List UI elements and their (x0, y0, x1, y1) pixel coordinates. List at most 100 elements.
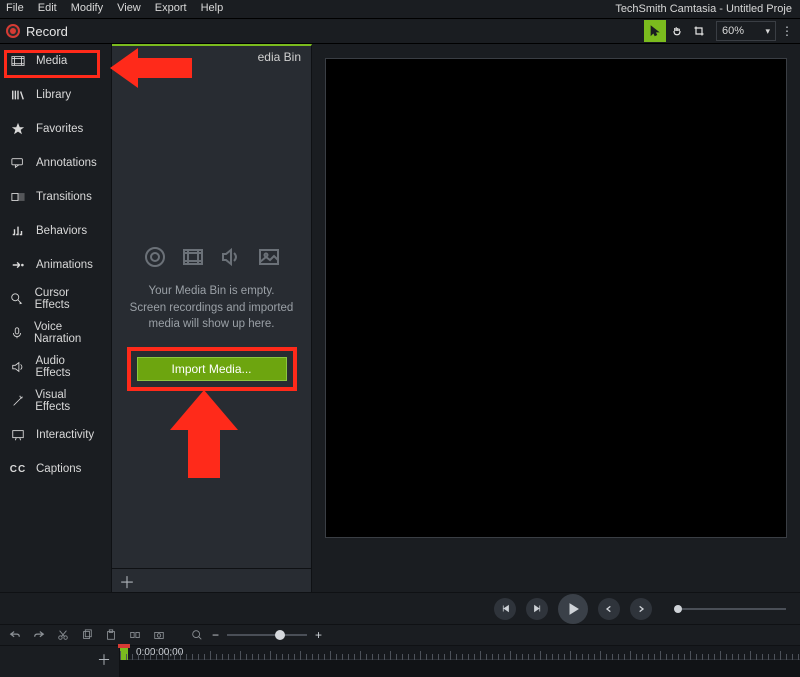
step-forward-button[interactable] (598, 598, 620, 620)
zoom-out-button[interactable]: − (212, 628, 219, 642)
kebab-icon: ⋮ (781, 28, 793, 34)
star-icon (10, 121, 26, 137)
sidebar-item-captions[interactable]: CC Captions (0, 452, 111, 486)
sidebar-item-transitions[interactable]: Transitions (0, 180, 111, 214)
add-track-button[interactable]: ＋ (97, 650, 111, 670)
sidebar-item-label: Visual Effects (35, 389, 101, 413)
next-clip-button[interactable] (630, 598, 652, 620)
record-row: Record 60% ▾ ⋮ (0, 18, 800, 44)
import-media-button[interactable]: Import Media... (137, 357, 287, 381)
magnifier-icon (190, 628, 204, 642)
add-media-button[interactable]: ＋ (118, 572, 136, 590)
volume-slider[interactable] (676, 608, 786, 610)
frame-back-icon (533, 604, 542, 613)
menu-help[interactable]: Help (201, 2, 224, 16)
mic-icon (10, 325, 24, 341)
canvas-context-button[interactable]: ⋮ (780, 21, 794, 41)
window-title: TechSmith Camtasia - Untitled Proje (615, 0, 792, 18)
sidebar-item-behaviors[interactable]: Behaviors (0, 214, 111, 248)
sidebar-item-voice-narration[interactable]: Voice Narration (0, 316, 111, 350)
sidebar-item-media[interactable]: Media (0, 44, 111, 78)
timeline-toolbar: − + (0, 624, 800, 646)
hand-icon (671, 25, 683, 37)
behaviors-icon (10, 223, 26, 239)
canvas-frame[interactable] (325, 58, 787, 538)
timeline-tracks-header: ＋ (0, 646, 120, 677)
sidebar-item-animations[interactable]: Animations (0, 248, 111, 282)
redo-button[interactable] (32, 628, 46, 642)
cursor-arrow-icon (649, 25, 661, 37)
sidebar-item-label: Favorites (36, 123, 83, 135)
audio-clip-icon (219, 245, 243, 269)
record-label: Record (26, 24, 68, 39)
sidebar-item-cursor-effects[interactable]: Cursor Effects (0, 282, 111, 316)
sidebar-item-label: Voice Narration (34, 321, 101, 345)
split-button[interactable] (128, 628, 142, 642)
play-icon (566, 602, 580, 616)
chevron-right-icon (637, 605, 645, 613)
crop-icon (693, 25, 705, 37)
annotation-icon (10, 155, 26, 171)
timeline-ruler[interactable]: 0:00:00;00 (120, 646, 800, 660)
video-clip-icon (181, 245, 205, 269)
menu-edit[interactable]: Edit (38, 2, 57, 16)
canvas-tools: 60% ▾ ⋮ (644, 20, 794, 42)
sidebar-item-label: Library (36, 89, 71, 101)
record-button[interactable]: Record (6, 24, 68, 39)
chevron-left-icon (605, 605, 613, 613)
media-bin-panel: edia Bin Your Media Bin is empty. Screen… (112, 44, 312, 592)
library-icon (10, 87, 26, 103)
sidebar-item-favorites[interactable]: Favorites (0, 112, 111, 146)
prev-clip-button[interactable] (494, 598, 516, 620)
menu-view[interactable]: View (117, 2, 141, 16)
sidebar-item-label: Behaviors (36, 225, 87, 237)
transition-icon (10, 189, 26, 205)
playback-controls (0, 592, 800, 624)
sidebar-item-label: Media (36, 55, 67, 67)
canvas-zoom-select[interactable]: 60% ▾ (716, 21, 776, 41)
tools-sidebar: Media Library Favorites Annotations Tran… (0, 44, 112, 592)
timeline-zoom-slider[interactable] (227, 634, 307, 636)
sidebar-item-library[interactable]: Library (0, 78, 111, 112)
wand-icon (10, 393, 25, 409)
menu-export[interactable]: Export (155, 2, 187, 16)
sidebar-item-label: Captions (36, 463, 81, 475)
cc-icon: CC (10, 461, 26, 477)
animations-icon (10, 257, 26, 273)
record-icon (6, 24, 20, 38)
pan-mode-button[interactable] (666, 20, 688, 42)
step-back-button[interactable] (526, 598, 548, 620)
sidebar-item-visual-effects[interactable]: Visual Effects (0, 384, 111, 418)
record-circle-icon (143, 245, 167, 269)
sidebar-item-label: Audio Effects (36, 355, 101, 379)
timeline-zoom: − + (190, 628, 322, 642)
sidebar-item-interactivity[interactable]: Interactivity (0, 418, 111, 452)
zoom-in-button[interactable]: + (315, 628, 322, 642)
timeline-ruler-area[interactable]: 0:00:00;00 (120, 646, 800, 677)
menu-file[interactable]: File (6, 2, 24, 16)
skip-back-icon (501, 604, 510, 613)
screenshot-button[interactable] (152, 628, 166, 642)
play-button[interactable] (558, 594, 588, 624)
sidebar-item-label: Annotations (36, 157, 97, 169)
sidebar-item-label: Transitions (36, 191, 92, 203)
canvas-zoom-value: 60% (722, 25, 744, 37)
edit-mode-button[interactable] (644, 20, 666, 42)
copy-button[interactable] (80, 628, 94, 642)
cut-button[interactable] (56, 628, 70, 642)
sidebar-item-label: Cursor Effects (35, 287, 101, 311)
sidebar-item-annotations[interactable]: Annotations (0, 146, 111, 180)
sidebar-item-label: Animations (36, 259, 93, 271)
media-bin-empty-icons (143, 245, 281, 269)
sidebar-item-audio-effects[interactable]: Audio Effects (0, 350, 111, 384)
menu-modify[interactable]: Modify (71, 2, 103, 16)
image-clip-icon (257, 245, 281, 269)
timeline: ＋ 0:00:00;00 (0, 646, 800, 677)
media-icon (10, 53, 26, 69)
paste-button[interactable] (104, 628, 118, 642)
crop-mode-button[interactable] (688, 20, 710, 42)
sidebar-item-label: Interactivity (36, 429, 94, 441)
tutorial-highlight-import: Import Media... (127, 347, 297, 391)
undo-button[interactable] (8, 628, 22, 642)
media-bin-empty-text: Your Media Bin is empty. Screen recordin… (130, 283, 294, 333)
